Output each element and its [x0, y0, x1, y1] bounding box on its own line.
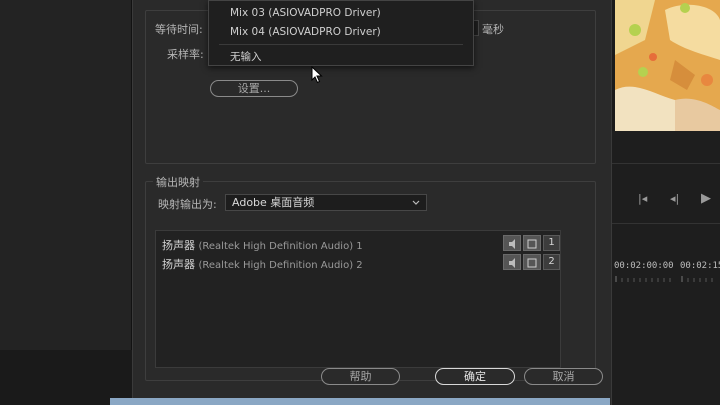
- speaker-icon[interactable]: [503, 254, 521, 270]
- speaker-icon[interactable]: [503, 235, 521, 251]
- chevron-down-icon: [412, 200, 420, 205]
- timeline-panel: |◂ ◂| ▶ 00:02:00:00 00:02:15: [612, 131, 720, 405]
- preview-image: [615, 0, 720, 131]
- input-device-dropdown-menu[interactable]: Mix 03 (ASIOVADPRO Driver) Mix 04 (ASIOV…: [208, 0, 474, 66]
- channel-number[interactable]: 1: [543, 235, 560, 251]
- wait-time-unit: 毫秒: [482, 23, 504, 36]
- panel-divider: [612, 223, 720, 224]
- menu-item-mix-03[interactable]: Mix 03 (ASIOVADPRO Driver): [230, 7, 381, 19]
- taskbar-strip: [110, 398, 610, 405]
- wait-time-label: 等待时间:: [155, 23, 203, 36]
- list-item[interactable]: 扬声器 (Realtek High Definition Audio) 1: [162, 237, 363, 253]
- menu-item-no-input[interactable]: 无输入: [230, 49, 262, 64]
- frame-icon[interactable]: [523, 235, 541, 251]
- program-monitor-preview: [615, 0, 720, 131]
- previous-frame-icon[interactable]: ◂|: [670, 192, 679, 205]
- project-panel-footer: [0, 350, 132, 405]
- ok-button[interactable]: 确定: [435, 368, 515, 385]
- channel-device: (Realtek High Definition Audio) 1: [198, 241, 363, 252]
- panel-divider: [612, 163, 720, 164]
- channel-number[interactable]: 2: [543, 254, 560, 270]
- map-output-select[interactable]: Adobe 桌面音频: [225, 194, 427, 211]
- channel-device: (Realtek High Definition Audio) 2: [198, 260, 363, 271]
- list-item[interactable]: 扬声器 (Realtek High Definition Audio) 2: [162, 256, 363, 272]
- timecode-1: 00:02:00:00: [614, 261, 674, 271]
- timecode-2: 00:02:15: [680, 261, 720, 271]
- step-back-icon[interactable]: |◂: [638, 192, 647, 205]
- map-output-label: 映射输出为:: [158, 198, 217, 211]
- menu-divider: [219, 44, 463, 45]
- output-channel-list[interactable]: 扬声器 (Realtek High Definition Audio) 1 扬声…: [155, 230, 561, 368]
- cancel-button[interactable]: 取消: [524, 368, 603, 385]
- channel-name: 扬声器: [162, 239, 195, 252]
- output-mapping-title: 输出映射: [153, 174, 203, 190]
- map-output-value: Adobe 桌面音频: [232, 196, 315, 209]
- help-button[interactable]: 帮助: [321, 368, 400, 385]
- menu-item-mix-04[interactable]: Mix 04 (ASIOVADPRO Driver): [230, 26, 381, 38]
- mouse-cursor-icon: [311, 66, 323, 84]
- project-panel: [0, 0, 132, 350]
- frame-icon[interactable]: [523, 254, 541, 270]
- play-icon[interactable]: ▶: [701, 191, 711, 206]
- channel-name: 扬声器: [162, 258, 195, 271]
- settings-button[interactable]: 设置...: [210, 80, 298, 97]
- time-ruler[interactable]: [612, 274, 720, 284]
- sample-rate-label: 采样率:: [167, 48, 204, 61]
